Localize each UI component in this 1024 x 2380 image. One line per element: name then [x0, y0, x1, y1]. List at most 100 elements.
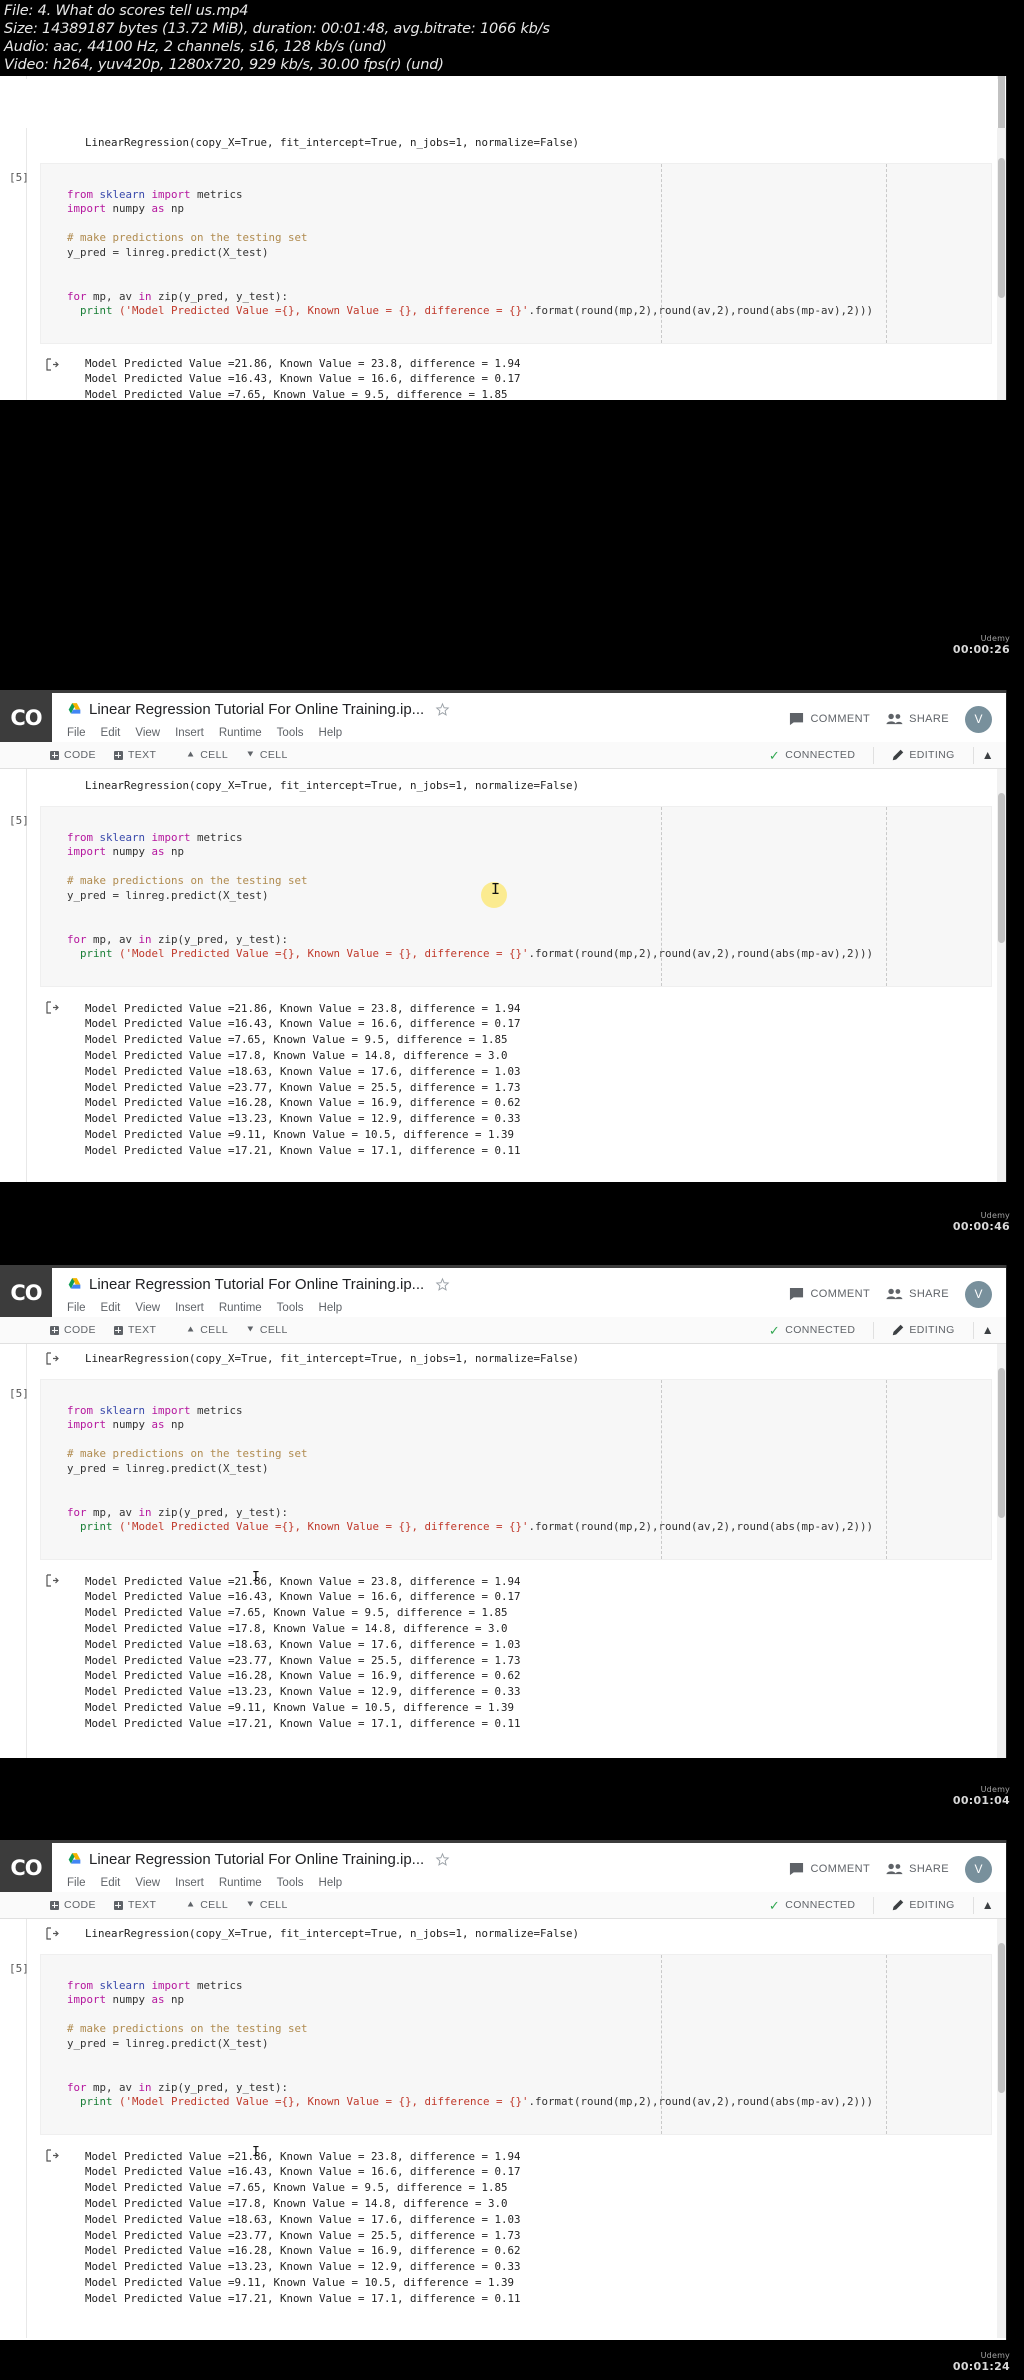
scrollbar-track-1[interactable]	[997, 128, 1006, 412]
notebook-title[interactable]: Linear Regression Tutorial For Online Tr…	[89, 1851, 424, 1868]
comment-button[interactable]: COMMENT	[789, 1287, 870, 1302]
add-code-cell-button[interactable]: CODE	[50, 1324, 96, 1336]
output-prompt-icon	[46, 357, 59, 374]
scrollbar-track-4[interactable]	[997, 1919, 1006, 2338]
add-code-cell-button[interactable]: CODE	[50, 1899, 96, 1911]
colab-header-2: CO Linear Regression Tutorial For Online…	[0, 690, 1006, 742]
menu-item-insert[interactable]: Insert	[175, 1877, 204, 1889]
code-cell-2[interactable]: [5] from sklearn import metrics import n…	[9, 806, 992, 987]
menu-item-insert[interactable]: Insert	[175, 1302, 204, 1314]
check-icon: ✓	[768, 747, 781, 763]
toolbar-right: ✓ CONNECTED EDITING ▲	[751, 1321, 1006, 1339]
scrollbar-track[interactable]	[997, 76, 1006, 184]
scrollbar-thumb-4[interactable]	[998, 1943, 1005, 2093]
notebook-title[interactable]: Linear Regression Tutorial For Online Tr…	[89, 1276, 424, 1293]
notebook-gutter	[0, 76, 27, 79]
share-button[interactable]: SHARE	[886, 1287, 949, 1301]
colab-logo[interactable]: CO	[0, 1268, 52, 1317]
star-icon[interactable]	[435, 1852, 450, 1867]
plus-box-icon	[113, 1325, 123, 1335]
share-button[interactable]: SHARE	[886, 712, 949, 726]
code-lines-2[interactable]: from sklearn import metrics import numpy…	[41, 816, 991, 977]
menu-item-view[interactable]: View	[135, 1877, 160, 1889]
menu-item-view[interactable]: View	[135, 1302, 160, 1314]
menu-item-tools[interactable]: Tools	[277, 727, 304, 739]
menu-item-edit[interactable]: Edit	[101, 1302, 121, 1314]
move-cell-down-button[interactable]: ⯆ CELL	[246, 1324, 288, 1337]
scrollbar-thumb-1[interactable]	[998, 158, 1005, 298]
move-cell-up-button[interactable]: ⯅ CELL	[186, 1324, 228, 1337]
menu-item-help[interactable]: Help	[319, 1877, 343, 1889]
connection-status[interactable]: ✓ CONNECTED	[765, 1899, 859, 1912]
avatar[interactable]: V	[965, 1280, 992, 1308]
scrollbar-track-3[interactable]	[997, 1344, 1006, 1758]
menu-item-runtime[interactable]: Runtime	[219, 727, 262, 739]
chevron-up-icon[interactable]: ▲	[974, 1323, 1006, 1337]
editing-mode-button[interactable]: EDITING	[888, 1324, 958, 1336]
move-cell-down-button[interactable]: ⯆ CELL	[246, 1899, 288, 1912]
kw-print: print	[67, 2095, 113, 2109]
menu-item-help[interactable]: Help	[319, 727, 343, 739]
menu-bar: File Edit View Insert Runtime Tools Help	[67, 1872, 789, 1894]
chevron-up-icon[interactable]: ▲	[974, 748, 1006, 762]
add-code-cell-button[interactable]: CODE	[50, 749, 96, 761]
add-text-cell-button[interactable]: TEXT	[113, 1899, 156, 1911]
colab-logo[interactable]: CO	[0, 693, 52, 742]
move-cell-down-button[interactable]: ⯆ CELL	[246, 749, 288, 762]
avatar[interactable]: V	[965, 705, 992, 733]
editing-mode-button[interactable]: EDITING	[888, 1899, 958, 1911]
share-button[interactable]: SHARE	[886, 1862, 949, 1876]
cell-exec-count: [5]	[9, 171, 29, 184]
code-lines-4[interactable]: from sklearn import metrics import numpy…	[41, 1964, 991, 2125]
chevron-up-icon[interactable]: ▲	[974, 1898, 1006, 1912]
add-text-cell-button[interactable]: TEXT	[113, 1324, 156, 1336]
notebook-title[interactable]: Linear Regression Tutorial For Online Tr…	[89, 701, 424, 718]
scrollbar-thumb-2[interactable]	[998, 793, 1005, 943]
menu-item-view[interactable]: View	[135, 727, 160, 739]
code-comment: # make predictions on the testing set	[67, 231, 308, 245]
title-row: Linear Regression Tutorial For Online Tr…	[67, 1272, 789, 1296]
move-cell-up-button[interactable]: ⯅ CELL	[186, 1899, 228, 1912]
kw-print: print	[67, 1520, 113, 1534]
menu-item-edit[interactable]: Edit	[101, 1877, 121, 1889]
add-text-cell-button[interactable]: TEXT	[113, 749, 156, 761]
star-icon[interactable]	[435, 1277, 450, 1292]
output-arrow-icon	[46, 357, 59, 371]
avatar[interactable]: V	[965, 1855, 992, 1883]
menu-item-help[interactable]: Help	[319, 1302, 343, 1314]
print-format-string: ('Model Predicted Value ={}, Known Value…	[112, 2095, 529, 2109]
menu-item-tools[interactable]: Tools	[277, 1877, 304, 1889]
code-lines-1[interactable]: from sklearn import metrics import numpy…	[41, 173, 991, 334]
comment-button[interactable]: COMMENT	[789, 712, 870, 727]
code-cell-4[interactable]: [5] from sklearn import metrics import n…	[9, 1954, 992, 2135]
menu-item-file[interactable]: File	[67, 1877, 86, 1889]
code-lines-3[interactable]: from sklearn import metrics import numpy…	[41, 1389, 991, 1550]
scrollbar-thumb-3[interactable]	[998, 1368, 1005, 1518]
code-cell-1[interactable]: [5] from sklearn import metrics import n…	[9, 163, 992, 344]
menu-item-file[interactable]: File	[67, 727, 86, 739]
code-ruler-80col	[661, 1955, 662, 2134]
move-cell-up-button[interactable]: ⯅ CELL	[186, 749, 228, 762]
menu-item-file[interactable]: File	[67, 1302, 86, 1314]
mod-metrics: metrics	[190, 1978, 243, 1992]
menu-item-runtime[interactable]: Runtime	[219, 1877, 262, 1889]
kw-import: import	[151, 1978, 191, 1992]
menu-item-insert[interactable]: Insert	[175, 727, 204, 739]
colab-logo[interactable]: CO	[0, 1843, 52, 1892]
cell-up-label: CELL	[200, 1899, 229, 1911]
connection-status[interactable]: ✓ CONNECTED	[765, 749, 859, 762]
star-icon[interactable]	[435, 702, 450, 717]
menu-item-tools[interactable]: Tools	[277, 1302, 304, 1314]
editing-mode-button[interactable]: EDITING	[888, 749, 958, 761]
menu-item-runtime[interactable]: Runtime	[219, 1302, 262, 1314]
menu-item-edit[interactable]: Edit	[101, 727, 121, 739]
code-label: CODE	[64, 1324, 96, 1336]
output-block-2: Model Predicted Value =21.86, Known Valu…	[0, 987, 1006, 1165]
scrollbar-track-2[interactable]	[997, 769, 1006, 1183]
connection-status[interactable]: ✓ CONNECTED	[765, 1324, 859, 1337]
media-video-line: Video: h264, yuv420p, 1280x720, 929 kb/s…	[4, 57, 444, 73]
kw-for: for	[67, 1505, 87, 1519]
media-file-line: File: 4. What do scores tell us.mp4	[4, 3, 249, 19]
comment-button[interactable]: COMMENT	[789, 1862, 870, 1877]
code-cell-3[interactable]: [5] from sklearn import metrics import n…	[9, 1379, 992, 1560]
